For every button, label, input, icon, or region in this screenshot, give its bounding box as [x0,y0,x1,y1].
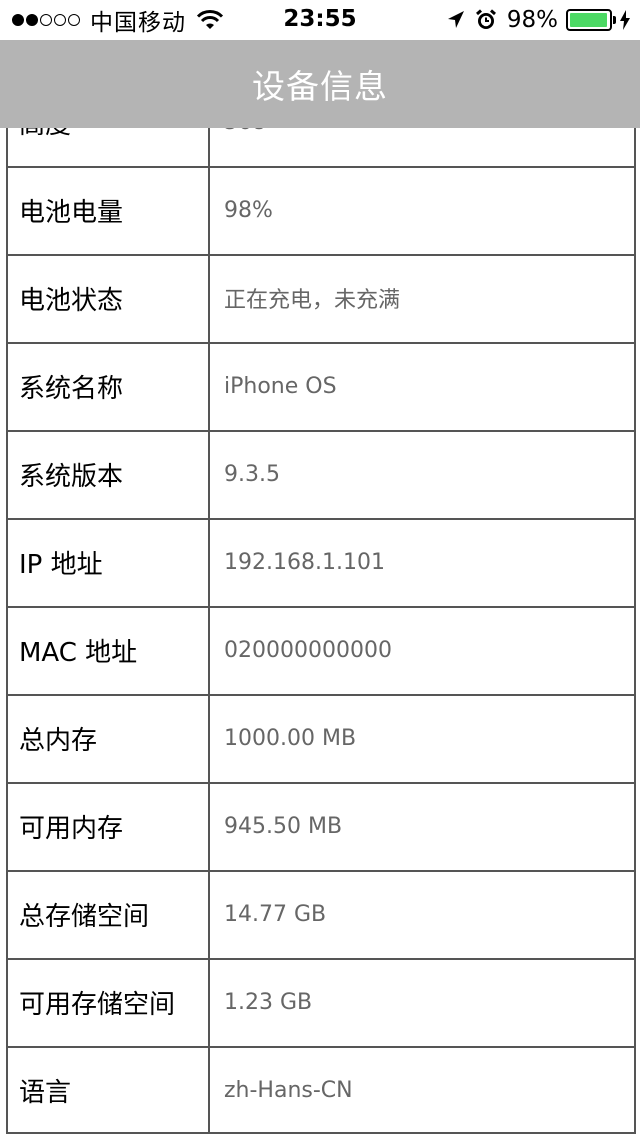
battery-icon [566,9,612,31]
row-value: 9.3.5 [210,430,636,518]
row-label: 系统名称 [6,342,210,430]
status-right: 98% [447,6,630,34]
row-value: 14.77 GB [210,870,636,958]
row-value: 945.50 MB [210,782,636,870]
row-label: 系统版本 [6,430,210,518]
location-arrow-icon [447,11,464,28]
row-label: 总存储空间 [6,870,210,958]
battery-cap [613,16,616,24]
table-row: MAC 地址 020000000000 [0,606,640,694]
row-label: IP 地址 [6,518,210,606]
table-row: 可用存储空间 1.23 GB [0,958,640,1046]
row-label: MAC 地址 [6,606,210,694]
page-title: 设备信息 [252,67,388,106]
row-value: 1.23 GB [210,958,636,1046]
row-value: 020000000000 [210,606,636,694]
row-value: 192.168.1.101 [210,518,636,606]
table-row: 总内存 1000.00 MB [0,694,640,782]
row-value: 正在充电，未充满 [210,254,636,342]
row-label: 总内存 [6,694,210,782]
row-value: iPhone OS [210,342,636,430]
navigation-bar: 设备信息 [0,40,640,128]
row-value: zh-Hans-CN [210,1046,636,1134]
device-info-table[interactable]: 高度 568 电池电量 98% 电池状态 正在充电，未充满 系统名称 iPhon… [0,78,640,1134]
battery-percent: 98% [506,7,558,33]
row-label: 可用内存 [6,782,210,870]
status-bar: 中国移动 23:55 98% [0,0,640,40]
battery-fill [570,13,608,27]
table-row: 系统版本 9.3.5 [0,430,640,518]
table-row: 电池状态 正在充电，未充满 [0,254,640,342]
row-label: 语言 [6,1046,210,1134]
device-info-screen: 中国移动 23:55 98% 设备信息 电池电量 98% 电池状态 正在充电，未… [0,0,640,1136]
table-row: 总存储空间 14.77 GB [0,870,640,958]
table-row: 可用内存 945.50 MB [0,782,640,870]
row-label: 电池电量 [6,166,210,254]
row-value: 1000.00 MB [210,694,636,782]
table-row: 系统名称 iPhone OS [0,342,640,430]
row-label: 电池状态 [6,254,210,342]
table-row: 语言 zh-Hans-CN [0,1046,640,1134]
alarm-icon [475,9,496,29]
table-row: 电池电量 98% [0,166,640,254]
table-row: IP 地址 192.168.1.101 [0,518,640,606]
row-label: 可用存储空间 [6,958,210,1046]
charging-bolt-icon [620,10,630,30]
row-value: 98% [210,166,636,254]
